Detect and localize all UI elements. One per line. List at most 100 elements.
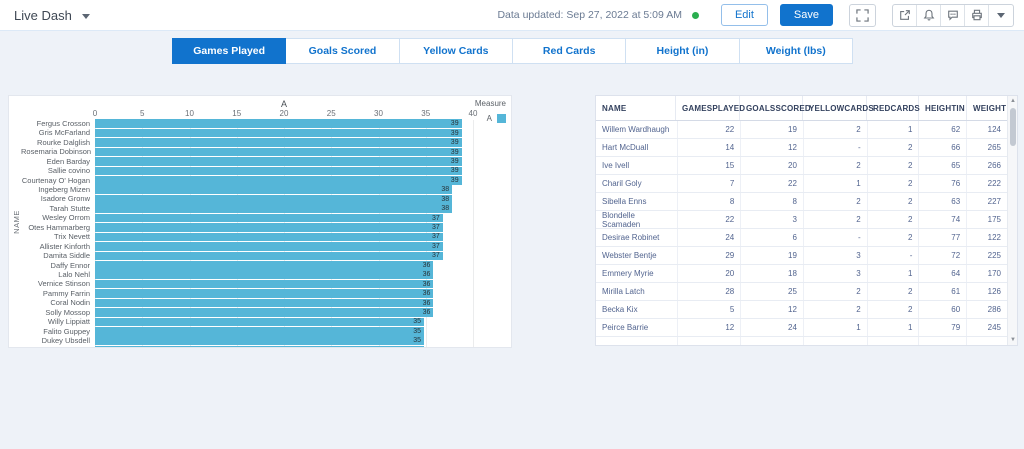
bar-category-label: Allister Kinforth	[39, 241, 90, 251]
bar[interactable]: 38	[95, 185, 453, 195]
bar-value-label: 37	[432, 242, 440, 250]
table-cell: 12	[741, 301, 804, 318]
table-row-clipped	[596, 337, 1007, 345]
bar-value-label: 38	[441, 186, 450, 194]
column-header-weight: WEIGHT	[973, 103, 1007, 113]
bar-value-label: 39	[450, 139, 459, 147]
bar[interactable]: 38	[95, 204, 453, 213]
table-row: Sibella Enns 8 8 2 2 63 227	[596, 193, 1007, 211]
bar[interactable]: 35	[95, 317, 424, 327]
bar-track: 39	[95, 157, 471, 166]
data-table-card: NAME GAMESPLAYED GOALSSCORED YELLOWCARDS RED…	[595, 95, 1018, 346]
bar[interactable]: 35	[95, 327, 424, 336]
column-header-goalsscored: GOALSSCORED	[740, 96, 811, 120]
tab-weight-lbs[interactable]: Weight (lbs)	[739, 38, 853, 64]
bar[interactable]: 39	[95, 128, 462, 138]
bar[interactable]: 37	[95, 213, 443, 223]
bar-track: 39	[95, 119, 471, 129]
bar-row: Fergus Crosson 39	[21, 119, 471, 129]
save-button[interactable]: Save	[779, 4, 833, 26]
table-cell: 20	[741, 157, 804, 174]
table-cell: -	[804, 229, 868, 246]
bar[interactable]: 38	[95, 194, 453, 204]
export-button[interactable]	[893, 4, 917, 26]
bar[interactable]: 37	[95, 242, 443, 251]
edit-button[interactable]: Edit	[720, 4, 768, 26]
table-cell-name: Peirce Barrie	[596, 319, 678, 336]
bar[interactable]: 37	[95, 251, 443, 261]
bar[interactable]: 37	[95, 232, 443, 242]
bar[interactable]: 36	[95, 308, 434, 317]
legend-item[interactable]: A	[475, 114, 506, 123]
tab-height-in[interactable]: Height (in)	[626, 38, 740, 64]
chart-y-axis-label: NAME	[12, 209, 21, 234]
chart-bars-area: Fergus Crosson 39 Gris McFarland 39 Rourke D…	[21, 119, 471, 347]
table-row: Willem Wardhaugh 22 19 2 1 62 124	[596, 121, 1007, 139]
tab-goals-scored[interactable]: Goals Scored	[286, 38, 400, 64]
bar-value-label: 36	[422, 271, 431, 279]
bar-category-label: Gris McFarland	[38, 128, 90, 138]
bar[interactable]: 36	[95, 279, 434, 289]
bar[interactable]: 35	[95, 336, 424, 346]
tab-yellow-cards[interactable]: Yellow Cards	[399, 38, 513, 64]
bar[interactable]: 37	[95, 223, 443, 232]
bar[interactable]: 36	[95, 289, 434, 298]
table-cell: 19	[741, 121, 804, 138]
table-scrollbar[interactable]: ▲ ▼	[1007, 96, 1017, 345]
column-header-yellowcards: YELLOWCARDS	[803, 96, 874, 120]
tab-games-played[interactable]: Games Played	[172, 38, 287, 64]
bar-track: 39	[95, 128, 471, 138]
bar[interactable]: 36	[95, 260, 434, 270]
bar[interactable]: 36	[95, 298, 434, 308]
bar[interactable]: 39	[95, 138, 462, 147]
bar-track: 39	[95, 176, 471, 185]
gridline	[473, 120, 474, 347]
table-cell: 14	[678, 139, 742, 156]
scrollbar-thumb[interactable]	[1009, 108, 1016, 146]
bar-track: 37	[95, 223, 471, 232]
bar-row: Sallie covino 39	[21, 166, 471, 176]
scroll-up-arrow[interactable]: ▲	[1008, 96, 1017, 106]
legend-title: Measure	[474, 99, 506, 108]
table-cell: 64	[919, 265, 968, 282]
bar[interactable]: 36	[95, 270, 434, 280]
bar-track: 35	[95, 345, 471, 347]
table-cell: 2	[868, 301, 920, 318]
tab-red-cards[interactable]: Red Cards	[512, 38, 627, 64]
bar[interactable]: 39	[95, 176, 462, 185]
table-cell: 24	[678, 229, 742, 246]
scroll-down-arrow[interactable]: ▼	[1008, 335, 1017, 345]
bar-category-label: Courtenay O' Hogan	[21, 175, 90, 185]
table-cell: 2	[804, 283, 868, 300]
bar-track: 39	[95, 166, 471, 176]
comments-button[interactable]	[941, 4, 965, 26]
column-header-gamesplayed: GAMESPLAYED	[676, 96, 745, 120]
bar-value-label: 39	[450, 120, 459, 128]
bar-row: Coral Nodin 36	[21, 298, 471, 308]
dashboard-menu-button[interactable]	[81, 6, 90, 24]
data-table: NAME GAMESPLAYED GOALSSCORED YELLOWCARDS RED…	[596, 96, 1007, 345]
bar-category-label: Damita Siddle	[43, 251, 90, 261]
page-title: Live Dash	[14, 7, 72, 23]
table-row: Charil Goly 7 22 1 2 76 222	[596, 175, 1007, 193]
more-options-button[interactable]	[989, 5, 1013, 26]
table-cell-name: Willem Wardhaugh	[596, 121, 678, 138]
bar-track: 36	[95, 260, 471, 270]
bar-value-label: 36	[422, 308, 431, 316]
bar[interactable]: 39	[95, 157, 462, 166]
bar-row: Tarah Stutte 38	[21, 204, 471, 213]
bar[interactable]: 39	[95, 166, 462, 176]
bar-category-label: Otes Hammarberg	[28, 222, 90, 232]
bar[interactable]: 39	[95, 147, 462, 157]
bar-track: 36	[95, 279, 471, 289]
bar-category-label: Tarah Stutte	[49, 203, 90, 213]
bar[interactable]: 39	[95, 119, 462, 129]
print-button[interactable]	[965, 4, 989, 26]
table-cell: 266	[987, 161, 1002, 170]
bar[interactable]: 35	[95, 345, 424, 347]
notifications-button[interactable]	[917, 4, 941, 26]
table-body: Willem Wardhaugh 22 19 2 1 62 124 Hart McDuall 1…	[596, 121, 1007, 345]
table-cell: 18	[741, 265, 804, 282]
expand-button[interactable]	[849, 3, 876, 27]
table-row: Hart McDuall 14 12-2 66 265	[596, 139, 1007, 157]
